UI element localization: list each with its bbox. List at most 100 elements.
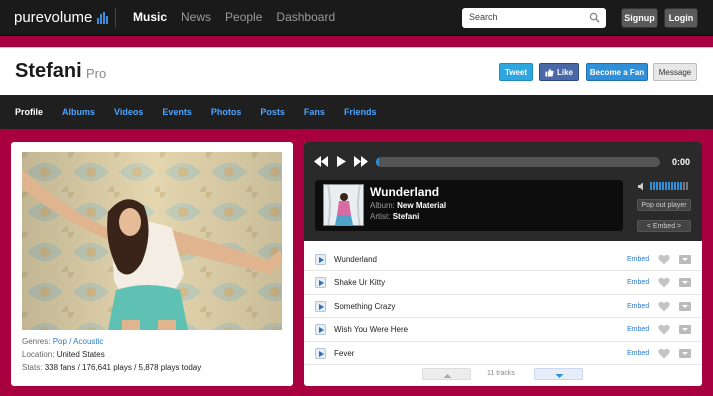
heart-icon[interactable]: [658, 277, 670, 288]
track-play-icon[interactable]: [315, 254, 326, 265]
album-art: [323, 184, 364, 226]
music-player-card: 0:00 Wunderland Album: New Material Arti…: [304, 142, 702, 386]
tab-posts[interactable]: Posts: [260, 107, 285, 117]
track-title[interactable]: Fever: [334, 349, 354, 358]
search-input[interactable]: [469, 12, 585, 22]
tab-events[interactable]: Events: [162, 107, 192, 117]
artist-info-card: Genres: Pop / Acoustic Location: United …: [11, 142, 293, 386]
nav-divider: [115, 8, 116, 28]
rewind-icon[interactable]: [314, 156, 328, 167]
stats-row: Stats: 338 fans / 176,641 plays / 5,878 …: [22, 363, 201, 372]
track-embed-link[interactable]: Embed: [627, 350, 649, 357]
track-row[interactable]: Wunderland Embed: [304, 248, 702, 272]
speaker-icon: [638, 182, 643, 190]
album-label: Album:: [370, 201, 395, 210]
like-label: Like: [556, 67, 573, 77]
page-up-button[interactable]: [422, 368, 471, 380]
player-embed-button[interactable]: < Embed >: [637, 220, 691, 232]
search-box: [462, 8, 606, 28]
track-play-icon[interactable]: [315, 277, 326, 289]
nav-news[interactable]: News: [181, 10, 211, 24]
top-navbar: purevolume Music News People Dashboard S…: [0, 0, 713, 36]
location-value: United States: [56, 350, 105, 359]
artist-name: Stefani: [15, 60, 82, 82]
track-embed-link[interactable]: Embed: [627, 303, 649, 310]
track-row[interactable]: Fever Embed: [304, 342, 702, 365]
track-title[interactable]: Shake Ur Kitty: [334, 278, 385, 287]
heart-icon[interactable]: [658, 301, 670, 312]
track-title[interactable]: Wunderland: [334, 255, 377, 264]
download-icon[interactable]: [679, 325, 691, 335]
download-icon[interactable]: [679, 255, 691, 264]
location-row: Location: United States: [22, 350, 105, 359]
track-row[interactable]: Something Crazy Embed: [304, 295, 702, 319]
pro-label: Pro: [86, 66, 107, 81]
track-embed-link[interactable]: Embed: [627, 326, 649, 333]
popout-player-button[interactable]: Pop out player: [637, 199, 691, 211]
search-icon[interactable]: [589, 12, 600, 23]
track-row[interactable]: Wish You Were Here Embed: [304, 318, 702, 342]
facebook-like-button[interactable]: Like: [539, 63, 579, 81]
thumbs-up-icon: [545, 68, 554, 77]
genres-row: Genres: Pop / Acoustic: [22, 337, 103, 346]
track-play-icon[interactable]: [315, 300, 326, 312]
nav-people[interactable]: People: [225, 10, 262, 24]
fast-forward-icon[interactable]: [354, 156, 368, 167]
tab-friends[interactable]: Friends: [344, 107, 377, 117]
track-play-icon[interactable]: [315, 347, 326, 359]
time-display: 0:00: [672, 157, 691, 167]
track-list: Wunderland Embed Shake Ur Kitty Embed So…: [304, 248, 702, 365]
track-embed-link[interactable]: Embed: [627, 256, 649, 263]
heart-icon[interactable]: [658, 254, 670, 265]
location-label: Location:: [22, 350, 55, 359]
message-button[interactable]: Message: [653, 63, 697, 81]
chevron-down-icon: [555, 374, 564, 378]
tab-videos[interactable]: Videos: [114, 107, 143, 117]
tab-profile[interactable]: Profile: [15, 107, 43, 117]
artist-value: Stefani: [392, 212, 420, 221]
download-icon[interactable]: [679, 278, 691, 288]
tab-photos[interactable]: Photos: [211, 107, 242, 117]
stats-value: 338 fans / 176,641 plays / 5,878 plays t…: [44, 363, 202, 372]
now-playing-panel: Wunderland Album: New Material Artist: S…: [315, 180, 623, 231]
genres-label: Genres:: [22, 337, 51, 346]
track-count: 11 tracks: [487, 370, 515, 377]
stats-label: Stats:: [22, 363, 43, 372]
track-row[interactable]: Shake Ur Kitty Embed: [304, 271, 702, 295]
chevron-up-icon: [443, 374, 452, 378]
track-pager: 11 tracks: [304, 368, 702, 382]
site-logo[interactable]: purevolume: [14, 9, 109, 26]
audio-player: 0:00 Wunderland Album: New Material Arti…: [304, 142, 702, 241]
artist-photo[interactable]: [22, 152, 282, 330]
play-icon[interactable]: [336, 156, 346, 167]
progress-bar[interactable]: [376, 157, 660, 167]
main-nav: Music News People Dashboard: [133, 10, 335, 24]
profile-header: Stefani Pro Tweet Like Become a Fan Mess…: [0, 47, 713, 95]
login-button[interactable]: Login: [664, 8, 698, 28]
nav-music[interactable]: Music: [133, 10, 167, 24]
album-name: New Material: [397, 201, 447, 210]
signup-button[interactable]: Signup: [621, 8, 658, 28]
profile-tabs: Profile Albums Videos Events Photos Post…: [0, 95, 713, 129]
nav-dashboard[interactable]: Dashboard: [276, 10, 335, 24]
tab-fans[interactable]: Fans: [304, 107, 325, 117]
download-icon[interactable]: [679, 301, 691, 311]
now-playing-title: Wunderland: [370, 185, 440, 199]
genre-acoustic-link[interactable]: Acoustic: [73, 337, 103, 346]
track-play-icon[interactable]: [315, 324, 326, 336]
progress-fill: [376, 157, 379, 167]
track-title[interactable]: Wish You Were Here: [334, 325, 408, 334]
genre-pop-link[interactable]: Pop: [53, 337, 67, 346]
download-icon[interactable]: [679, 348, 691, 358]
become-fan-button[interactable]: Become a Fan: [586, 63, 648, 81]
logo-bars-icon: [97, 11, 109, 24]
tweet-button[interactable]: Tweet: [499, 63, 533, 81]
page-down-button[interactable]: [534, 368, 583, 380]
tab-albums[interactable]: Albums: [62, 107, 95, 117]
heart-icon[interactable]: [658, 324, 670, 335]
track-title[interactable]: Something Crazy: [334, 302, 395, 311]
heart-icon[interactable]: [658, 348, 670, 359]
now-playing-album: Album: New Material: [370, 201, 446, 210]
track-embed-link[interactable]: Embed: [627, 279, 649, 286]
volume-control[interactable]: [638, 181, 688, 191]
